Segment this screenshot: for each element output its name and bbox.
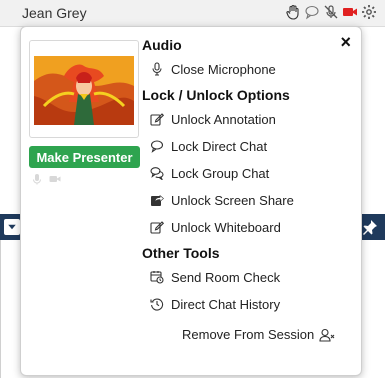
menu-item-close-microphone[interactable]: Close Microphone xyxy=(149,60,276,78)
share-icon xyxy=(149,192,165,208)
menu-item-label: Direct Chat History xyxy=(171,296,281,312)
menu-item-label: Close Microphone xyxy=(171,61,276,77)
edit-icon xyxy=(149,111,165,127)
panel-edge xyxy=(0,240,6,378)
participant-video-tile xyxy=(29,40,139,138)
microphone-icon xyxy=(33,174,41,185)
participant-status-icons xyxy=(285,4,377,20)
menu-item-label: Lock Direct Chat xyxy=(171,138,268,154)
settings-gear-icon[interactable] xyxy=(361,4,377,20)
chat-bubble-icon xyxy=(149,138,165,154)
pin-icon xyxy=(363,220,377,235)
group-chat-icon xyxy=(149,165,165,181)
participant-name: Jean Grey xyxy=(22,5,87,21)
menu-item-label: Unlock Screen Share xyxy=(171,192,294,208)
menu-item-label: Send Room Check xyxy=(171,269,281,285)
camera-icon[interactable] xyxy=(342,4,358,20)
participant-options-popup: × Make Presenter Audio Close Microphone … xyxy=(20,26,362,376)
menu-item-unlock-whiteboard[interactable]: Unlock Whiteboard xyxy=(149,218,281,236)
edit-icon xyxy=(149,219,165,235)
close-button[interactable]: × xyxy=(340,33,351,51)
menu-item-label: Unlock Annotation xyxy=(171,111,276,127)
participant-header-bar: Jean Grey xyxy=(0,0,385,27)
menu-item-label: Lock Group Chat xyxy=(171,165,270,181)
hand-raise-icon[interactable] xyxy=(285,4,301,20)
chat-bubble-icon[interactable] xyxy=(304,4,320,20)
menu-item-direct-chat-history[interactable]: Direct Chat History xyxy=(149,295,280,313)
camera-icon xyxy=(49,176,61,182)
remove-from-session-label: Remove From Session xyxy=(182,327,315,342)
menu-item-lock-group-chat[interactable]: Lock Group Chat xyxy=(149,164,269,182)
tile-status-icons xyxy=(31,173,61,185)
participant-avatar xyxy=(34,56,134,125)
menu-item-unlock-screen-share[interactable]: Unlock Screen Share xyxy=(149,191,294,209)
microphone-icon xyxy=(149,61,165,77)
room-check-icon xyxy=(149,269,165,285)
chevron-down-icon xyxy=(8,224,16,230)
dropdown-toggle[interactable] xyxy=(4,219,20,235)
menu-item-label: Unlock Whiteboard xyxy=(171,219,281,235)
section-title-lock-options: Lock / Unlock Options xyxy=(142,87,290,103)
mic-muted-icon[interactable] xyxy=(323,4,339,20)
pin-button[interactable] xyxy=(362,219,378,235)
make-presenter-button[interactable]: Make Presenter xyxy=(29,146,140,168)
remove-user-icon xyxy=(319,328,335,342)
section-title-other-tools: Other Tools xyxy=(142,245,220,261)
remove-from-session-button[interactable]: Remove From Session xyxy=(182,327,335,342)
menu-item-send-room-check[interactable]: Send Room Check xyxy=(149,268,280,286)
section-title-audio: Audio xyxy=(142,37,182,53)
menu-item-unlock-annotation[interactable]: Unlock Annotation xyxy=(149,110,276,128)
menu-item-lock-direct-chat[interactable]: Lock Direct Chat xyxy=(149,137,267,155)
history-icon xyxy=(149,296,165,312)
